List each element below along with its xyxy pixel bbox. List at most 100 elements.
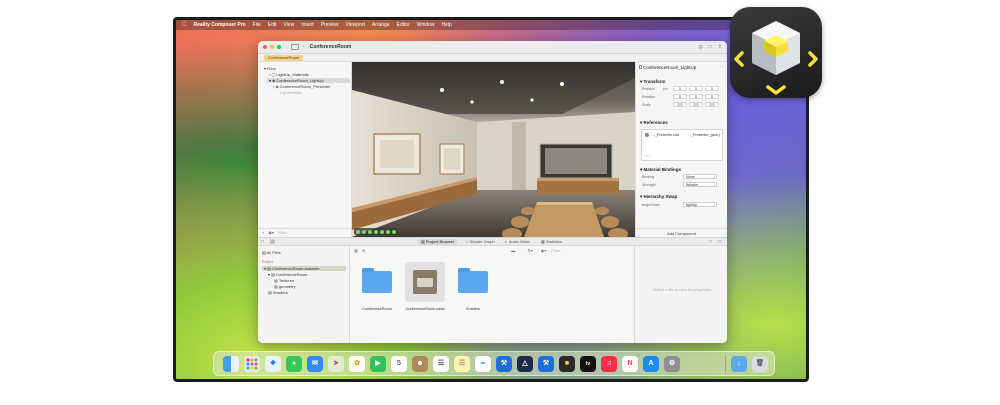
apple-tv-icon[interactable]: tv <box>580 356 596 372</box>
project-item-geometry[interactable]: ▤ geometry <box>274 284 296 289</box>
finder-icon[interactable] <box>223 356 239 372</box>
transform-heading[interactable]: ▾ Transform <box>640 79 666 85</box>
scale-z-field[interactable]: 0.0 <box>705 102 719 107</box>
menu-editor[interactable]: Editor <box>397 22 410 28</box>
launchpad-icon[interactable] <box>244 356 260 372</box>
xcode-icon[interactable]: ⚒ <box>496 356 512 372</box>
references-heading[interactable]: ▾ References <box>640 120 668 126</box>
menu-viewport[interactable]: Viewport <box>346 22 365 28</box>
trash-icon[interactable]: 🗑 <box>752 356 768 372</box>
tab-audio-mixer[interactable]: ♬ Audio Mixer <box>501 239 533 245</box>
play-mode-icon[interactable]: ◎ <box>698 44 702 50</box>
grid-view-icon[interactable]: ▦ <box>354 248 358 253</box>
apple-menu-icon[interactable]:  <box>182 22 187 28</box>
panel-split-icon[interactable]: □ <box>709 239 712 245</box>
tab-shader-graph[interactable]: ○ Shader Graph <box>463 239 498 245</box>
reference-item[interactable]: ..._Presenter.usd <box>652 133 679 137</box>
contacts-icon[interactable]: ☻ <box>412 356 428 372</box>
references-add-remove[interactable]: + − <box>645 153 651 158</box>
sidebar-toggle-icon[interactable] <box>291 44 299 50</box>
menu-arrange[interactable]: Arrange <box>372 22 390 28</box>
scale-y-field[interactable]: 0.0 <box>689 102 703 107</box>
all-files-item[interactable]: ▤ All Files <box>262 250 281 255</box>
file-tile-shaders[interactable] <box>453 262 493 302</box>
file-tile-usda[interactable] <box>405 262 445 302</box>
file-filter-icon[interactable]: ◉▾ <box>541 248 547 253</box>
menu-file[interactable]: File <box>253 22 261 28</box>
tab-project-browser[interactable]: ▤ Project Browser <box>418 239 458 245</box>
maps-icon[interactable]: ➤ <box>328 356 344 372</box>
outline-item-presenter[interactable]: › ◈ ConferenceRoom_Presenter <box>273 84 331 89</box>
outline-filter-input[interactable]: Filter <box>278 230 287 235</box>
facetime-icon[interactable]: ▶ <box>370 356 386 372</box>
inspector-entity-name[interactable]: ConferenceRoom_LightUp <box>643 65 696 70</box>
file-tile-conferenceroom[interactable] <box>357 262 397 302</box>
panel-expand-icon[interactable]: □ <box>718 239 721 245</box>
select-tool-icon[interactable] <box>356 229 360 234</box>
inspector-toggle-icon[interactable]: □ <box>709 44 712 50</box>
menu-help[interactable]: Help <box>442 22 452 28</box>
project-item-shaders[interactable]: ▤ Shaders <box>268 290 288 295</box>
share-icon[interactable]: ⇧ <box>718 44 722 50</box>
filter-options-icon[interactable]: ◉▾ <box>268 230 274 235</box>
music-icon[interactable]: ♫ <box>601 356 617 372</box>
mail-icon[interactable]: ✉ <box>307 356 323 372</box>
zoom-in-icon[interactable] <box>380 229 384 234</box>
camera-icon[interactable] <box>392 229 396 234</box>
scale-x-field[interactable]: 0.0 <box>673 102 687 107</box>
minimize-button[interactable] <box>270 45 274 49</box>
scale-tool-icon[interactable] <box>374 229 378 234</box>
app-store-icon[interactable]: A <box>643 356 659 372</box>
menu-edit[interactable]: Edit <box>268 22 277 28</box>
news-icon[interactable]: N <box>622 356 638 372</box>
material-bindings-heading[interactable]: ▾ Material Bindings <box>640 167 681 173</box>
back-chevron-icon[interactable]: ‹ <box>303 44 305 50</box>
messages-icon[interactable]: ● <box>286 356 302 372</box>
hierarchy-swap-heading[interactable]: ▾ Hierarchy Swap <box>640 194 677 200</box>
outline-item-lightup[interactable]: ▾ ◈ ConferenceRoom_LightUp <box>267 78 350 83</box>
target-state-popup[interactable]: lightUp ↕ <box>683 202 717 207</box>
instruments-icon[interactable]: △ <box>517 356 533 372</box>
close-button[interactable] <box>263 45 267 49</box>
freeform-icon[interactable]: ∞ <box>475 356 491 372</box>
system-settings-icon[interactable]: ⚙ <box>664 356 680 372</box>
sort-icon[interactable]: ⇅▾ <box>527 248 532 253</box>
scene-tab[interactable]: ConferenceRoom <box>264 55 304 61</box>
zoom-slider[interactable]: ▬ <box>511 248 515 253</box>
panel-toggle-icon[interactable]: □ <box>261 239 264 245</box>
reference-item[interactable]: ..._Presenter_glow.j <box>688 133 720 137</box>
position-y-field[interactable]: 0 <box>689 86 703 91</box>
rotation-x-field[interactable]: 0 <box>673 94 687 99</box>
position-unit[interactable]: cm <box>663 87 668 91</box>
photos-icon[interactable]: ✿ <box>349 356 365 372</box>
reminders-icon[interactable]: ☰ <box>433 356 449 372</box>
move-tool-icon[interactable] <box>362 229 366 234</box>
calendar-icon[interactable]: 5 <box>391 356 407 372</box>
list-view-icon[interactable]: ☰ <box>362 248 366 253</box>
menu-preview[interactable]: Preview <box>321 22 339 28</box>
rotation-y-field[interactable]: 0 <box>689 94 703 99</box>
rotate-tool-icon[interactable] <box>368 229 372 234</box>
3d-viewport[interactable] <box>352 62 635 237</box>
outline-item-lighthandler[interactable]: LightHandler <box>280 90 303 95</box>
menu-insert[interactable]: Insert <box>301 22 314 28</box>
binding-popup[interactable]: None ↕ <box>683 174 717 179</box>
add-component-button[interactable]: Add Component <box>636 228 727 237</box>
reality-composer-pro-icon[interactable]: ■ <box>559 356 575 372</box>
safari-icon[interactable]: ❖ <box>265 356 281 372</box>
zoom-button[interactable] <box>277 45 281 49</box>
zoom-out-icon[interactable] <box>386 229 390 234</box>
position-x-field[interactable]: 0 <box>673 86 687 91</box>
downloads-icon[interactable]: ↓ <box>731 356 747 372</box>
position-z-field[interactable]: 0 <box>705 86 719 91</box>
add-entity-icon[interactable]: + <box>262 230 264 235</box>
rotation-z-field[interactable]: 0 <box>705 94 719 99</box>
tab-statistics[interactable]: ▦ Statistics <box>538 239 565 245</box>
project-item-conferenceroom[interactable]: ▾ ▤ ConferenceRoom <box>268 272 307 277</box>
outline-item-materials[interactable]: › ▢ LightUp_Materials <box>269 72 309 77</box>
file-filter-input[interactable]: Filter <box>551 248 560 253</box>
project-item-textures[interactable]: ▤ Textures <box>274 278 294 283</box>
simulator-icon[interactable]: ⚒ <box>538 356 554 372</box>
project-item-rkassets[interactable]: ▾ ▤ ConferenceRoom.rkassets <box>262 266 346 271</box>
menu-app-name[interactable]: Reality Composer Pro <box>194 22 246 28</box>
